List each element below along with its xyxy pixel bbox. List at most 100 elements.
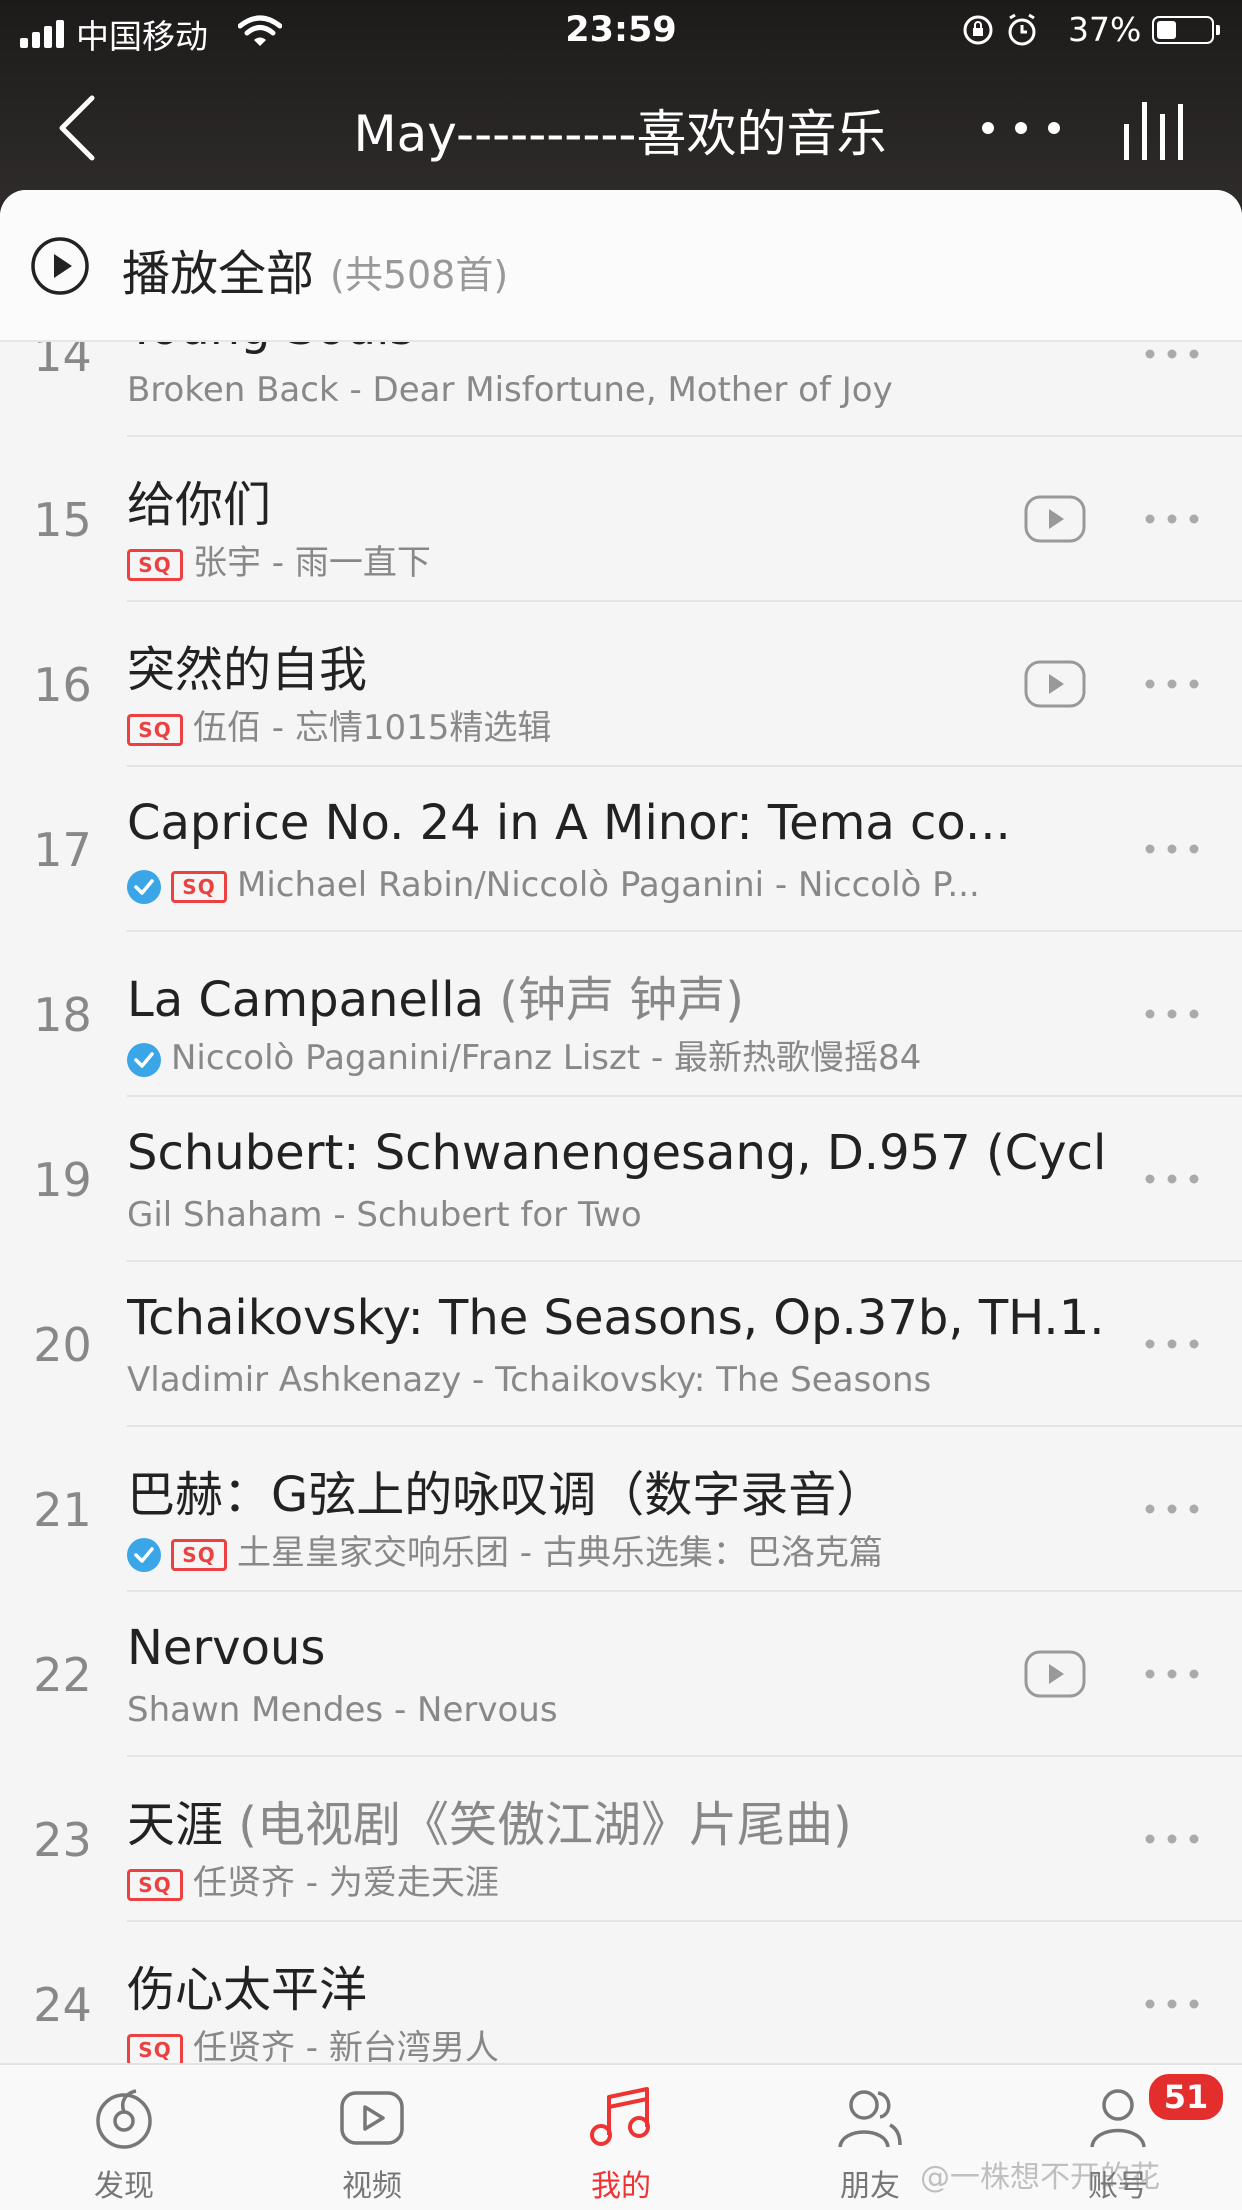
song-title-text: Young Souls xyxy=(127,340,414,356)
song-row[interactable]: 14 Young Souls Broken Back - Dear Misfor… xyxy=(0,340,1242,437)
song-row[interactable]: 18 La Campanella (钟声 钟声) Niccolò Paganin… xyxy=(0,932,1242,1097)
song-title-text: Schubert: Schwanengesang, D.957 (Cycl... xyxy=(127,1125,1107,1181)
artist-album: 任贤齐 - 新台湾男人 xyxy=(193,2028,499,2068)
song-title: La Campanella (钟声 钟声) xyxy=(127,960,1107,1030)
tab-video[interactable]: 视频 xyxy=(272,2065,472,2210)
tab-label: 视频 xyxy=(342,2169,402,2204)
song-subtitle: SQ 任贤齐 - 为爱走天涯 xyxy=(127,1855,997,1904)
play-all-row[interactable]: 播放全部 (共508首) xyxy=(0,190,1242,342)
battery-icon xyxy=(1152,16,1220,44)
mv-play-icon[interactable] xyxy=(1024,1650,1086,1698)
track-number: 18 xyxy=(33,988,92,1042)
song-row[interactable]: 19 Schubert: Schwanengesang, D.957 (Cycl… xyxy=(0,1097,1242,1262)
artist-album: Niccolò Paganini/Franz Liszt - 最新热歌慢摇84 xyxy=(171,1038,922,1078)
song-title: 给你们 xyxy=(127,465,1107,535)
song-more-icon[interactable] xyxy=(1142,344,1202,364)
track-number: 21 xyxy=(33,1483,92,1537)
mv-play-icon[interactable] xyxy=(1024,660,1086,708)
song-row[interactable]: 15 给你们 SQ 张宇 - 雨一直下 xyxy=(0,437,1242,602)
song-more-icon[interactable] xyxy=(1142,1664,1202,1684)
song-count: (共508首) xyxy=(330,253,509,297)
tab-discover[interactable]: 发现 xyxy=(24,2065,224,2210)
discover-icon xyxy=(96,2089,152,2149)
song-subtitle: SQ 张宇 - 雨一直下 xyxy=(127,535,997,584)
song-title-text: 突然的自我 xyxy=(127,642,368,698)
track-number: 20 xyxy=(33,1318,92,1372)
tab-mine[interactable]: 我的 xyxy=(521,2065,721,2210)
sq-badge: SQ xyxy=(127,713,183,746)
verified-icon xyxy=(127,1042,161,1077)
song-more-icon[interactable] xyxy=(1142,839,1202,859)
song-row[interactable]: 20 Tchaikovsky: The Seasons, Op.37b, TH.… xyxy=(0,1262,1242,1427)
song-subtitle: SQ 土星皇家交响乐团 - 古典乐选集：巴洛克篇 xyxy=(127,1525,997,1574)
battery-level-fill xyxy=(1157,21,1176,39)
song-title-text: Tchaikovsky: The Seasons, Op.37b, TH.1..… xyxy=(127,1290,1107,1346)
song-more-icon[interactable] xyxy=(1142,1499,1202,1519)
song-row[interactable]: 21 巴赫：G弦上的咏叹调（数字录音） SQ 土星皇家交响乐团 - 古典乐选集：巴… xyxy=(0,1427,1242,1592)
song-title-text: 伤心太平洋 xyxy=(127,1962,368,2018)
sq-badge: SQ xyxy=(127,2033,183,2066)
song-title: 伤心太平洋 xyxy=(127,1950,1107,2020)
song-more-icon[interactable] xyxy=(1142,1994,1202,2014)
song-title: Nervous xyxy=(127,1620,1107,1676)
play-circle-icon[interactable] xyxy=(30,236,90,296)
song-row[interactable]: 17 Caprice No. 24 in A Minor: Tema co...… xyxy=(0,767,1242,932)
song-row[interactable]: 16 突然的自我 SQ 伍佰 - 忘情1015精选辑 xyxy=(0,602,1242,767)
battery-percent: 37% xyxy=(1068,10,1142,49)
song-subtitle: SQ 伍佰 - 忘情1015精选辑 xyxy=(127,700,997,749)
track-number: 19 xyxy=(33,1153,92,1207)
song-subtitle: Vladimir Ashkenazy - Tchaikovsky: The Se… xyxy=(127,1360,997,1400)
song-title: 天涯 (电视剧《笑傲江湖》片尾曲) xyxy=(127,1785,1107,1855)
song-more-icon[interactable] xyxy=(1142,1334,1202,1354)
song-row[interactable]: 22 Nervous Shawn Mendes - Nervous xyxy=(0,1592,1242,1757)
song-subtitle: Broken Back - Dear Misfortune, Mother of… xyxy=(127,370,997,410)
song-title-text: 巴赫：G弦上的咏叹调（数字录音） xyxy=(127,1467,885,1523)
song-title: 突然的自我 xyxy=(127,630,1107,700)
song-title-paren: (电视剧《笑傲江湖》片尾曲) xyxy=(238,1797,852,1853)
song-row[interactable]: 24 伤心太平洋 SQ 任贤齐 - 新台湾男人 xyxy=(0,1922,1242,2070)
song-more-icon[interactable] xyxy=(1142,509,1202,529)
watermark: @一株想不开的花 xyxy=(920,2160,1160,2195)
track-number: 16 xyxy=(33,658,92,712)
music-note-icon xyxy=(590,2087,650,2146)
song-row[interactable]: 23 天涯 (电视剧《笑傲江湖》片尾曲) SQ 任贤齐 - 为爱走天涯 xyxy=(0,1757,1242,1922)
notification-badge: 51 xyxy=(1146,2071,1226,2123)
status-time: 23:59 xyxy=(565,10,677,50)
playlist-card: 播放全部 (共508首) 14 Young Souls Broken Back … xyxy=(0,190,1242,2070)
play-all-label[interactable]: 播放全部 xyxy=(122,234,314,304)
song-more-icon[interactable] xyxy=(1142,1829,1202,1849)
mv-play-icon[interactable] xyxy=(1024,495,1086,543)
back-arrow-icon[interactable] xyxy=(52,92,108,164)
track-number: 17 xyxy=(33,823,92,877)
song-more-icon[interactable] xyxy=(1142,1004,1202,1024)
artist-album: Gil Shaham - Schubert for Two xyxy=(127,1195,642,1235)
song-subtitle: SQ 任贤齐 - 新台湾男人 xyxy=(127,2020,997,2069)
song-more-icon[interactable] xyxy=(1142,1169,1202,1189)
playlist-title: May----------喜欢的音乐 xyxy=(353,105,887,163)
sq-badge: SQ xyxy=(127,548,183,581)
song-title: Tchaikovsky: The Seasons, Op.37b, TH.1..… xyxy=(127,1290,1107,1346)
artist-album: 任贤齐 - 为爱走天涯 xyxy=(193,1863,499,1903)
rotation-lock-alarm-icon xyxy=(963,13,1036,46)
song-more-icon[interactable] xyxy=(1142,674,1202,694)
status-bar: 中国移动 23:59 37% xyxy=(0,0,1242,62)
artist-album: Broken Back - Dear Misfortune, Mother of… xyxy=(127,370,893,410)
song-title: Caprice No. 24 in A Minor: Tema co... xyxy=(127,795,1107,851)
song-title-text: Caprice No. 24 in A Minor: Tema co... xyxy=(127,795,1011,851)
verified-icon xyxy=(127,1537,161,1572)
account-icon xyxy=(1090,2089,1146,2148)
track-number: 24 xyxy=(33,1978,92,2032)
song-title: 巴赫：G弦上的咏叹调（数字录音） xyxy=(127,1455,1107,1525)
artist-album: Michael Rabin/Niccolò Paganini - Niccolò… xyxy=(237,865,980,905)
artist-album: Shawn Mendes - Nervous xyxy=(127,1690,558,1730)
track-number: 15 xyxy=(33,493,92,547)
artist-album: 张宇 - 雨一直下 xyxy=(193,543,431,583)
tab-label: 发现 xyxy=(94,2169,154,2204)
song-subtitle: Shawn Mendes - Nervous xyxy=(127,1690,997,1730)
now-playing-bars-icon[interactable] xyxy=(1118,94,1192,162)
more-options-icon[interactable] xyxy=(978,110,1064,146)
artist-album: Vladimir Ashkenazy - Tchaikovsky: The Se… xyxy=(127,1360,932,1400)
friends-icon xyxy=(838,2090,902,2148)
sq-badge: SQ xyxy=(171,870,227,903)
header: 中国移动 23:59 37% May----------喜欢的音乐 xyxy=(0,0,1242,200)
